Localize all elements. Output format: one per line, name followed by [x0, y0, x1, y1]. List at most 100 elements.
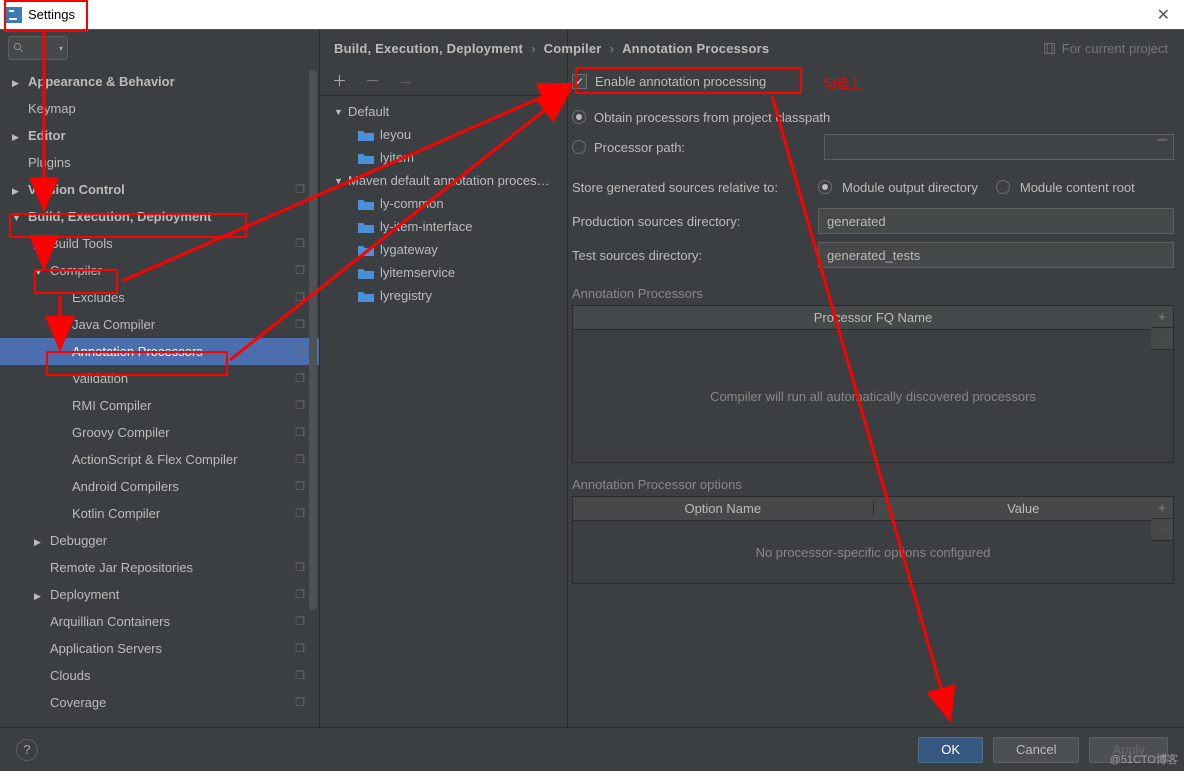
tree-row[interactable]: Coverage ❐	[0, 689, 319, 716]
radio-icon[interactable]	[818, 180, 832, 194]
module-output-option[interactable]: Module output directory	[842, 180, 978, 195]
options-section-title: Annotation Processor options	[572, 477, 1174, 492]
copy-settings-icon[interactable]: ❐	[295, 642, 305, 655]
tree-label: Clouds	[50, 668, 90, 683]
breadcrumb-item[interactable]: Annotation Processors	[622, 41, 769, 56]
module-item[interactable]: ly-item-interface	[320, 215, 567, 238]
tree-row[interactable]: Application Servers❐	[0, 635, 319, 662]
copy-settings-icon[interactable]: ❐	[295, 561, 305, 574]
tree-row[interactable]: Appearance & Behavior	[0, 68, 319, 95]
search-input[interactable]: ▾	[8, 36, 68, 60]
copy-settings-icon[interactable]: ❐	[295, 345, 305, 358]
ok-button[interactable]: OK	[918, 737, 983, 763]
expand-arrow-icon[interactable]	[34, 263, 44, 278]
tree-row[interactable]: RMI Compiler❐	[0, 392, 319, 419]
settings-tree[interactable]: Appearance & BehaviorKeymapEditorPlugins…	[0, 66, 319, 727]
module-item[interactable]: leyou	[320, 123, 567, 146]
copy-settings-icon[interactable]: ❐	[295, 588, 305, 601]
tree-row[interactable]: Compiler ❐	[0, 257, 319, 284]
tree-label: Android Compilers	[72, 479, 179, 494]
module-item[interactable]: lyitem	[320, 146, 567, 169]
module-item[interactable]: lyregistry	[320, 284, 567, 307]
tree-row[interactable]: Validation❐	[0, 365, 319, 392]
obtain-from-classpath-radio[interactable]: Obtain processors from project classpath	[572, 102, 1174, 132]
tree-row[interactable]: Build, Execution, Deployment	[0, 203, 319, 230]
tree-row[interactable]: Annotation Processors❐	[0, 338, 319, 365]
tree-row[interactable]: ActionScript & Flex Compiler❐	[0, 446, 319, 473]
cancel-button[interactable]: Cancel	[993, 737, 1079, 763]
expand-arrow-icon[interactable]	[12, 182, 22, 197]
profile-tree[interactable]: ▼Defaultleyoulyitem▼Maven default annota…	[320, 96, 567, 307]
module-item[interactable]: lyitemservice	[320, 261, 567, 284]
module-label: lyregistry	[380, 288, 432, 303]
enable-annotation-processing[interactable]: Enable annotation processing	[572, 66, 1174, 96]
folder-icon	[358, 290, 374, 302]
tree-row[interactable]: Android Compilers ❐	[0, 473, 319, 500]
copy-settings-icon[interactable]: ❐	[295, 237, 305, 250]
copy-settings-icon[interactable]: ❐	[295, 372, 305, 385]
tree-row[interactable]: Deployment❐	[0, 581, 319, 608]
expand-arrow-icon[interactable]: ▼	[334, 107, 346, 117]
radio-icon[interactable]	[572, 110, 586, 124]
test-sources-input[interactable]	[818, 242, 1174, 268]
prod-sources-input[interactable]	[818, 208, 1174, 234]
copy-settings-icon[interactable]: ❐	[295, 264, 305, 277]
add-icon[interactable]: +	[1151, 497, 1173, 519]
folder-icon	[358, 244, 374, 256]
breadcrumb-item[interactable]: Build, Execution, Deployment	[334, 41, 523, 56]
copy-settings-icon[interactable]: ❐	[295, 399, 305, 412]
help-button[interactable]: ?	[16, 739, 38, 761]
copy-settings-icon[interactable]: ❐	[295, 696, 305, 709]
expand-arrow-icon[interactable]	[34, 533, 44, 548]
copy-settings-icon[interactable]: ❐	[295, 183, 305, 196]
expand-arrow-icon[interactable]	[12, 128, 22, 143]
expand-arrow-icon[interactable]: ▼	[334, 176, 346, 186]
remove-icon[interactable]: －	[365, 70, 380, 91]
copy-settings-icon[interactable]: ❐	[295, 615, 305, 628]
checkbox-icon[interactable]	[572, 74, 587, 89]
tree-row[interactable]: Java Compiler❐	[0, 311, 319, 338]
radio-icon[interactable]	[572, 140, 586, 154]
processors-table[interactable]: Processor FQ Name Compiler will run all …	[572, 305, 1174, 463]
tree-row[interactable]: Groovy Compiler❐	[0, 419, 319, 446]
module-content-option[interactable]: Module content root	[1020, 180, 1135, 195]
add-icon[interactable]: +	[1151, 306, 1173, 328]
tree-row[interactable]: Debugger	[0, 527, 319, 554]
processor-path-radio[interactable]: Processor path: ▔	[572, 132, 1174, 162]
breadcrumb-item[interactable]: Compiler	[544, 41, 602, 56]
folder-icon	[358, 198, 374, 210]
options-table[interactable]: Option Name Value No processor-specific …	[572, 496, 1174, 584]
folder-icon	[358, 129, 374, 141]
tree-row[interactable]: Arquillian Containers❐	[0, 608, 319, 635]
tree-row[interactable]: Remote Jar Repositories❐	[0, 554, 319, 581]
tree-row[interactable]: Keymap	[0, 95, 319, 122]
copy-settings-icon[interactable]: ❐	[295, 669, 305, 682]
tree-label: Compiler	[50, 263, 102, 278]
module-item[interactable]: lygateway	[320, 238, 567, 261]
tree-row[interactable]: Editor	[0, 122, 319, 149]
module-group[interactable]: ▼Default	[320, 100, 567, 123]
module-item[interactable]: ly-common	[320, 192, 567, 215]
copy-settings-icon[interactable]: ❐	[295, 453, 305, 466]
tree-row[interactable]: Kotlin Compiler❐	[0, 500, 319, 527]
tree-row[interactable]: Clouds ❐	[0, 662, 319, 689]
radio-icon[interactable]	[996, 180, 1010, 194]
copy-settings-icon[interactable]: ❐	[295, 318, 305, 331]
copy-settings-icon[interactable]: ❐	[295, 426, 305, 439]
copy-settings-icon[interactable]: ❐	[295, 291, 305, 304]
tree-row[interactable]: Version Control❐	[0, 176, 319, 203]
expand-arrow-icon[interactable]	[34, 236, 44, 251]
tree-row[interactable]: Build Tools❐	[0, 230, 319, 257]
expand-arrow-icon[interactable]	[12, 74, 22, 89]
add-icon[interactable]: ＋	[332, 70, 347, 91]
expand-arrow-icon[interactable]	[34, 587, 44, 602]
copy-settings-icon[interactable]: ❐	[295, 480, 305, 493]
tree-row[interactable]: Plugins	[0, 149, 319, 176]
expand-arrow-icon[interactable]	[12, 209, 22, 224]
tree-label: Coverage	[50, 695, 106, 710]
tree-row[interactable]: Excludes❐	[0, 284, 319, 311]
module-group[interactable]: ▼Maven default annotation proces…	[320, 169, 567, 192]
copy-settings-icon[interactable]: ❐	[295, 507, 305, 520]
close-icon[interactable]: ✕	[1149, 5, 1178, 25]
scrollbar[interactable]	[309, 70, 317, 610]
